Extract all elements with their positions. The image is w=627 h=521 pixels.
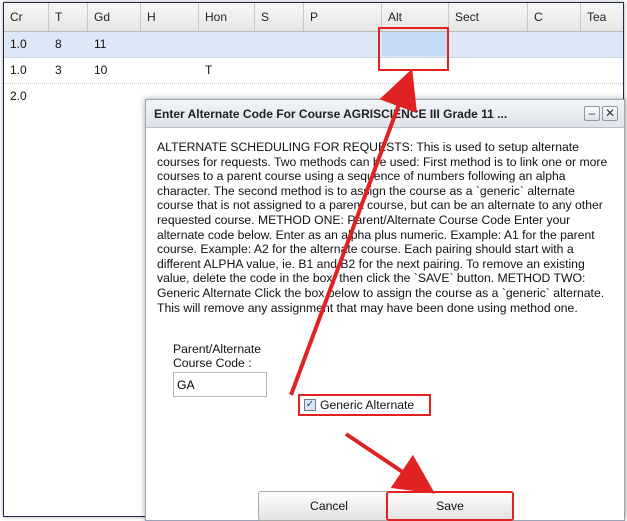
column-header-hon[interactable]: Hon	[199, 3, 255, 31]
code-label: Parent/Alternate Course Code :	[173, 342, 262, 370]
alternate-code-dialog: Enter Alternate Code For Course AGRISCIE…	[145, 99, 625, 521]
column-header-s[interactable]: S	[255, 3, 304, 31]
cell-t: 3	[55, 63, 62, 77]
cell-cr: 1.0	[10, 37, 27, 51]
cell-hon	[199, 32, 205, 57]
table-row[interactable]: 1.0 8 11	[4, 32, 623, 58]
column-header-c[interactable]: C	[528, 3, 581, 31]
generic-alternate-label[interactable]: Generic Alternate	[320, 397, 414, 413]
cell-t: 8	[55, 37, 62, 51]
dialog-title-text: Enter Alternate Code For Course AGRISCIE…	[154, 107, 508, 121]
column-header-t[interactable]: T	[49, 3, 88, 31]
cell-gd: 11	[94, 37, 107, 51]
table-row[interactable]: 1.0 3 10 T	[4, 58, 623, 84]
cancel-button[interactable]: Cancel	[258, 491, 400, 521]
minimize-icon[interactable]: –	[584, 106, 600, 121]
alt-cell-highlight	[378, 27, 449, 71]
cell-gd: 10	[94, 63, 108, 77]
save-button[interactable]: Save	[386, 491, 514, 521]
generic-alternate-option[interactable]: ✓ Generic Alternate	[298, 394, 431, 416]
column-header-cr[interactable]: Cr	[4, 3, 49, 31]
column-header-h[interactable]: H	[141, 3, 199, 31]
grid-header: Cr T Gd H Hon S P Alt Sect C Tea	[4, 3, 623, 32]
close-icon[interactable]: ✕	[602, 106, 618, 121]
alternate-code-input[interactable]	[173, 372, 267, 397]
column-header-sect[interactable]: Sect	[449, 3, 528, 31]
column-header-p[interactable]: P	[304, 3, 382, 31]
cell-cr: 1.0	[10, 63, 27, 77]
dialog-title: Enter Alternate Code For Course AGRISCIE…	[146, 100, 624, 128]
generic-alternate-checkbox[interactable]: ✓	[304, 399, 316, 411]
column-header-tea[interactable]: Tea	[581, 3, 623, 31]
column-header-gd[interactable]: Gd	[88, 3, 141, 31]
cell-hon: T	[205, 63, 213, 77]
dialog-description: ALTERNATE SCHEDULING FOR REQUESTS: This …	[157, 140, 608, 315]
cell-cr: 2.0	[10, 89, 27, 103]
